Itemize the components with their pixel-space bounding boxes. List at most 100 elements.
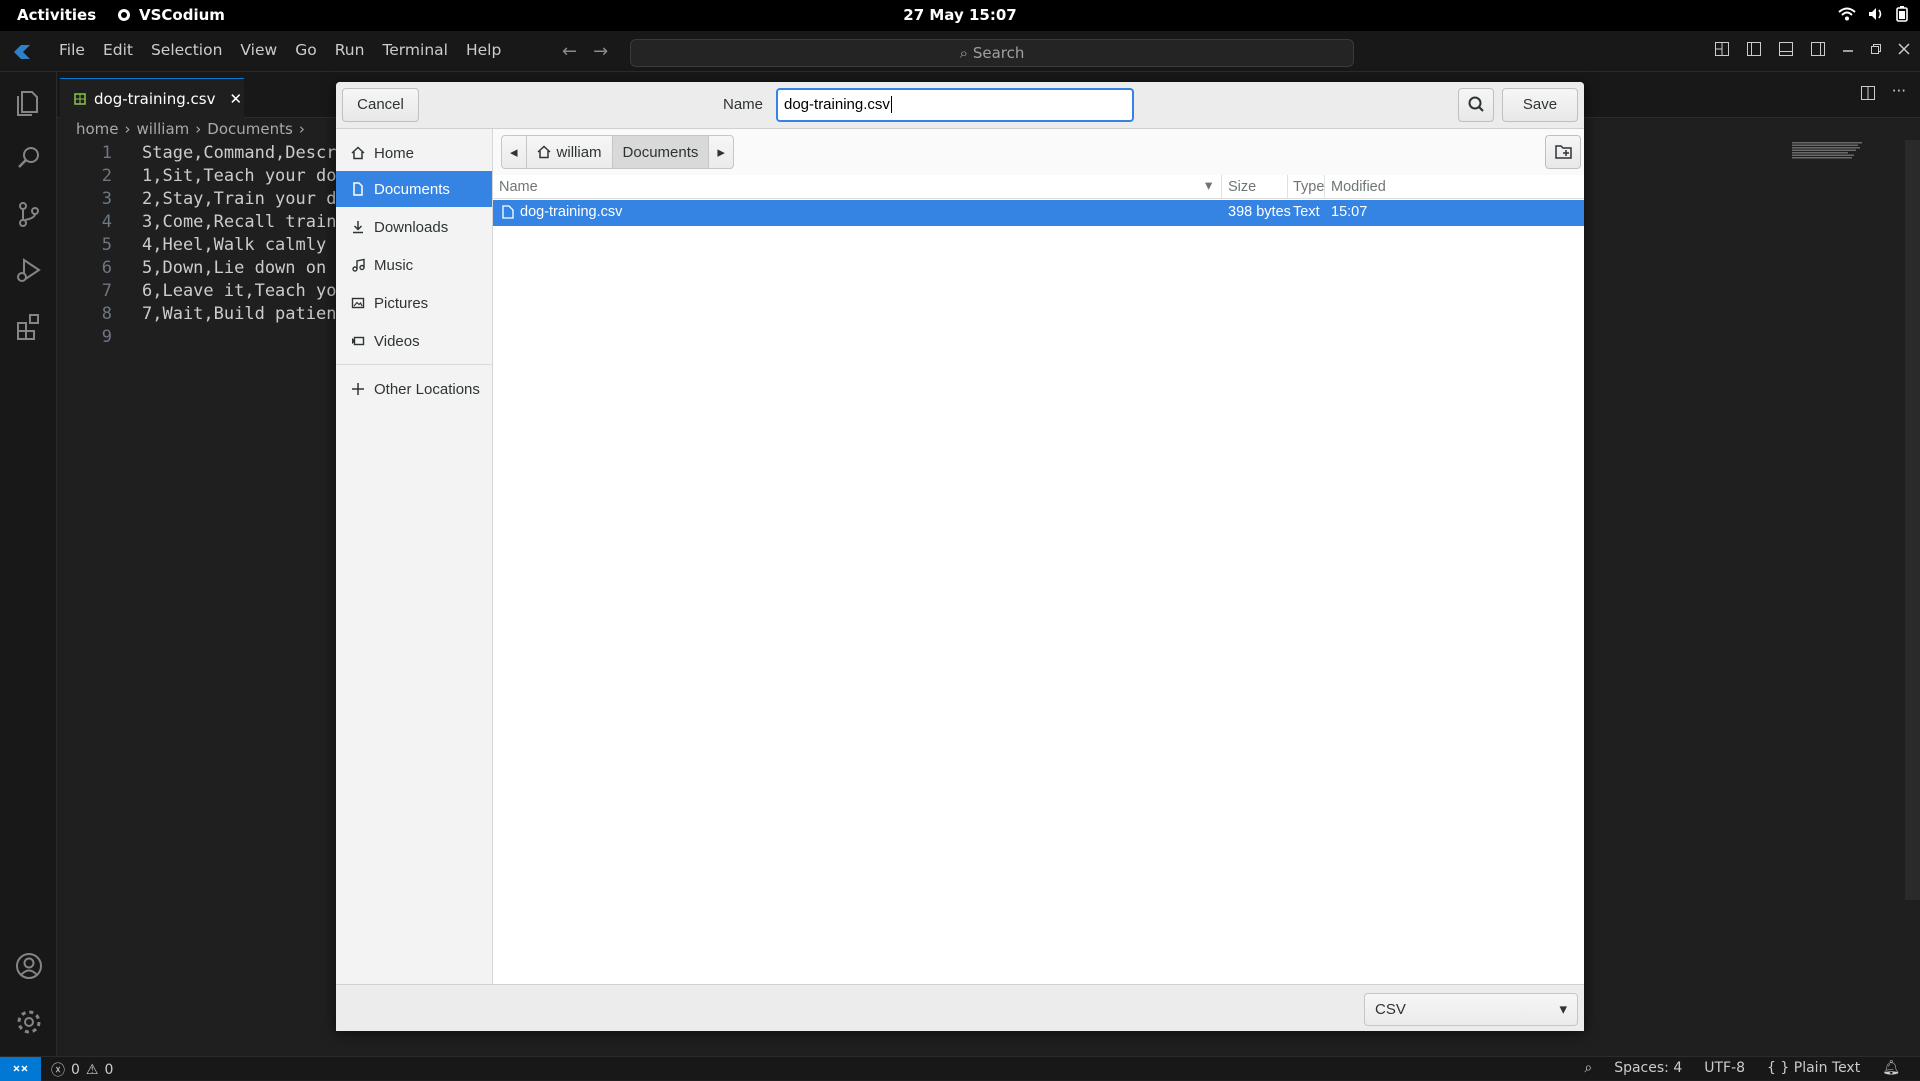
- line-number: 6: [101, 258, 112, 278]
- language-mode[interactable]: { } Plain Text: [1767, 1060, 1860, 1076]
- cancel-button[interactable]: Cancel: [342, 88, 419, 122]
- breadcrumb: home › william › Documents ›: [76, 120, 305, 138]
- csv-file-icon: [74, 92, 86, 105]
- menu-run[interactable]: Run: [326, 41, 374, 59]
- menu-file[interactable]: File: [50, 41, 94, 59]
- column-header-modified[interactable]: Modified: [1331, 179, 1386, 195]
- clock[interactable]: 27 May 15:07: [0, 6, 1920, 24]
- sidebar-item-documents[interactable]: Documents: [336, 171, 492, 207]
- minimize-icon[interactable]: [1842, 43, 1854, 55]
- code-line: 6 5,Down,Lie down on: [76, 257, 336, 280]
- indentation-status[interactable]: Spaces: 4: [1614, 1060, 1682, 1076]
- back-arrow-icon[interactable]: ←: [562, 41, 577, 62]
- zoom-icon[interactable]: ⌕: [1584, 1060, 1592, 1076]
- name-label: Name: [723, 96, 764, 113]
- menu-edit[interactable]: Edit: [94, 41, 142, 59]
- path-scroll-left-button[interactable]: ◂: [502, 136, 527, 168]
- remote-indicator[interactable]: [0, 1057, 41, 1081]
- music-icon: [351, 258, 365, 272]
- save-button[interactable]: Save: [1502, 88, 1578, 122]
- explorer-icon[interactable]: [13, 86, 45, 118]
- accounts-icon[interactable]: [13, 950, 45, 982]
- toggle-primary-sidebar-icon[interactable]: [1746, 41, 1762, 57]
- more-actions-icon[interactable]: ···: [1892, 82, 1906, 100]
- menu-help[interactable]: Help: [457, 41, 510, 59]
- path-segment-label: Documents: [622, 143, 699, 161]
- toggle-panel-icon[interactable]: [1778, 41, 1794, 57]
- notifications-bell-icon[interactable]: 🔔︎: [1882, 1060, 1900, 1076]
- text-file-icon: [502, 205, 514, 219]
- split-editor-icon[interactable]: [1860, 85, 1876, 101]
- forward-arrow-icon[interactable]: →: [593, 41, 608, 62]
- column-header-name[interactable]: Name: [499, 179, 538, 195]
- plus-icon: [351, 382, 365, 396]
- sidebar-item-videos[interactable]: Videos: [336, 323, 492, 359]
- close-window-icon[interactable]: [1898, 43, 1910, 55]
- path-segment-documents[interactable]: Documents: [612, 136, 710, 168]
- search-button[interactable]: [1458, 88, 1494, 122]
- breadcrumb-documents[interactable]: Documents: [207, 120, 293, 138]
- breadcrumb-william[interactable]: william: [137, 120, 190, 138]
- column-header-type[interactable]: Type: [1293, 179, 1324, 195]
- line-text: 6,Leave it,Teach yo: [142, 281, 337, 301]
- menu-go[interactable]: Go: [286, 41, 326, 59]
- new-folder-icon: [1555, 145, 1572, 159]
- toggle-secondary-sidebar-icon[interactable]: [1810, 41, 1826, 57]
- manage-gear-icon[interactable]: [13, 1006, 45, 1038]
- download-icon: [351, 220, 365, 234]
- sidebar-item-pictures[interactable]: Pictures: [336, 285, 492, 321]
- path-bar: ◂ william Documents ▸: [493, 129, 1584, 175]
- chevron-right-icon: ›: [298, 120, 305, 138]
- sidebar-item-music[interactable]: Music: [336, 247, 492, 283]
- command-center-label: Search: [972, 44, 1025, 62]
- activity-bar: [0, 72, 57, 1056]
- close-tab-icon[interactable]: ✕: [229, 90, 242, 108]
- editor-scrollbar[interactable]: [1905, 140, 1920, 900]
- file-modified: 15:07: [1331, 204, 1368, 220]
- filename-input[interactable]: dog-training.csv: [776, 88, 1134, 122]
- extensions-icon[interactable]: [13, 310, 45, 342]
- system-tray[interactable]: [1838, 6, 1908, 22]
- sidebar-item-label: Downloads: [374, 218, 449, 236]
- new-folder-button[interactable]: [1545, 135, 1581, 169]
- customize-layout-icon[interactable]: [1714, 41, 1730, 57]
- sidebar-item-home[interactable]: Home: [336, 135, 492, 171]
- language-label: Plain Text: [1793, 1060, 1861, 1076]
- menu-terminal[interactable]: Terminal: [373, 41, 457, 59]
- code-lines[interactable]: 1 Stage,Command,Descr 2 1,Sit,Teach your d…: [76, 142, 337, 349]
- line-text: 1,Sit,Teach your do: [142, 166, 337, 186]
- problems-indicator[interactable]: ⓧ 0 ⚠ 0: [51, 1060, 113, 1080]
- text-cursor: [890, 96, 892, 113]
- file-type-filter-dropdown[interactable]: CSV ▾: [1364, 993, 1578, 1026]
- sidebar-item-other-locations[interactable]: Other Locations: [336, 371, 492, 407]
- status-bar-right: ⌕ Spaces: 4 UTF-8 { } Plain Text 🔔︎: [1584, 1060, 1900, 1076]
- path-scroll-right-button[interactable]: ▸: [709, 136, 733, 168]
- file-row-selected[interactable]: dog-training.csv 398 bytes Text 15:07: [493, 200, 1584, 226]
- file-size: 398 bytes: [1228, 204, 1291, 220]
- status-bar: ⓧ 0 ⚠ 0 ⌕ Spaces: 4 UTF-8 { } Plain Text…: [0, 1056, 1920, 1081]
- sidebar-item-label: Documents: [374, 180, 450, 198]
- sidebar-item-label: Music: [374, 256, 414, 274]
- path-segment-william[interactable]: william: [527, 136, 613, 168]
- tab-dog-training-csv[interactable]: dog-training.csv ✕: [60, 78, 244, 118]
- search-view-icon[interactable]: [13, 142, 45, 174]
- breadcrumb-home[interactable]: home: [76, 120, 119, 138]
- column-header-size[interactable]: Size: [1228, 179, 1256, 195]
- line-text: 3,Come,Recall train: [142, 212, 337, 232]
- encoding-status[interactable]: UTF-8: [1704, 1060, 1745, 1076]
- file-list[interactable]: Name ▾ Size Type Modified dog-training.c…: [493, 175, 1584, 984]
- minimap[interactable]: [1792, 142, 1864, 160]
- code-line: 5 4,Heel,Walk calmly: [76, 234, 336, 257]
- path-segment-label: william: [556, 143, 602, 161]
- menu-selection[interactable]: Selection: [142, 41, 231, 59]
- battery-icon: [1896, 6, 1908, 22]
- chevron-left-icon: ◂: [510, 144, 518, 161]
- tab-label: dog-training.csv: [94, 89, 216, 108]
- menu-view[interactable]: View: [231, 41, 286, 59]
- source-control-icon[interactable]: [13, 198, 45, 230]
- restore-icon[interactable]: [1870, 43, 1882, 55]
- file-type: Text: [1293, 204, 1320, 220]
- run-and-debug-icon[interactable]: [13, 254, 45, 286]
- command-center-search[interactable]: ⌕ Search: [630, 39, 1354, 67]
- sidebar-item-downloads[interactable]: Downloads: [336, 209, 492, 245]
